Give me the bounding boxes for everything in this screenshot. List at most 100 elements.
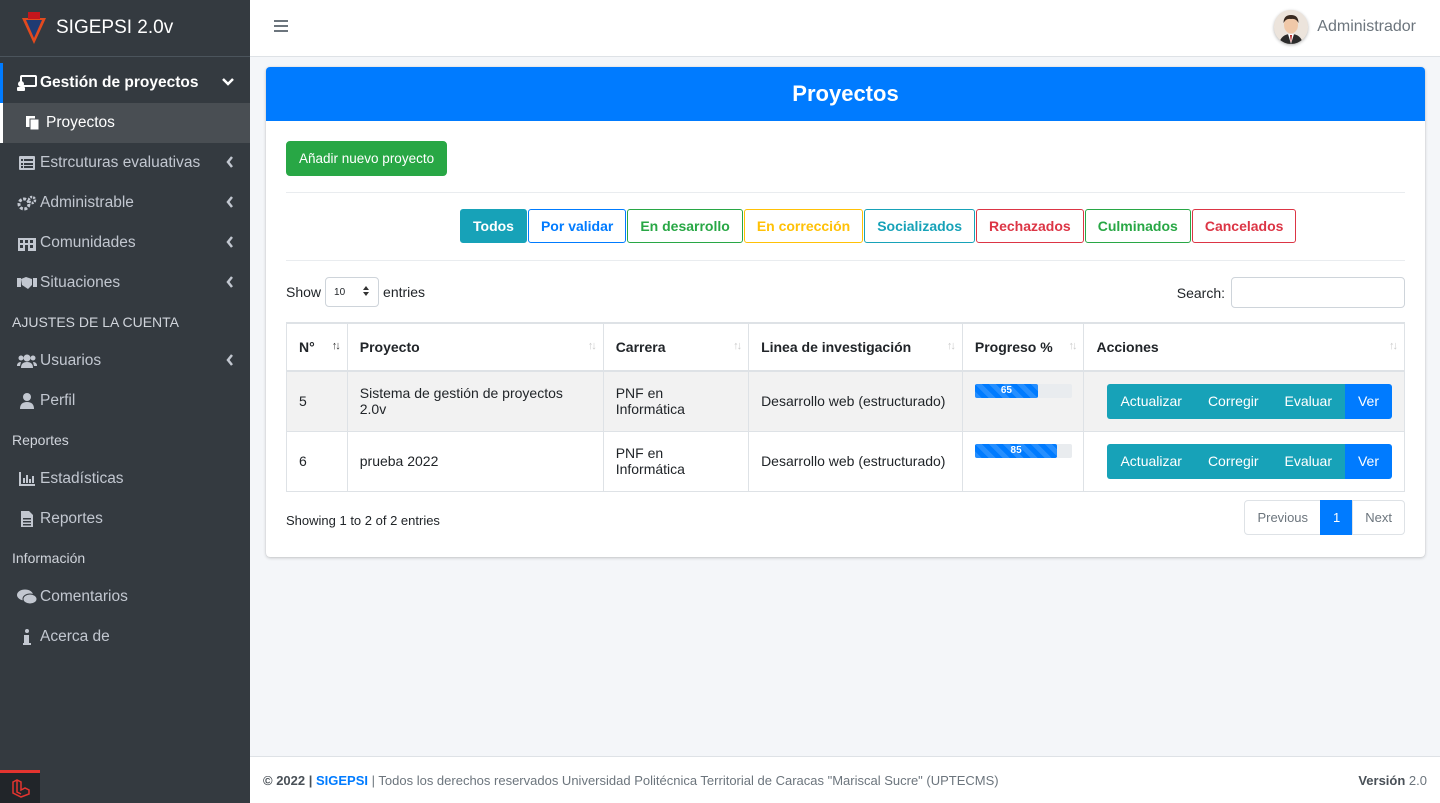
menu-toggle-icon[interactable]	[274, 20, 288, 35]
sidebar-item-situaciones[interactable]: Situaciones	[0, 263, 250, 303]
cell-linea: Desarrollo web (estructurado)	[748, 430, 963, 492]
entries-select[interactable]: 10	[325, 277, 380, 307]
filter-cancelados-button[interactable]: Cancelados	[1191, 209, 1297, 243]
column-header-proyecto[interactable]: Proyecto ↑↓	[346, 322, 604, 372]
filter-rechazados-button[interactable]: Rechazados	[976, 209, 1084, 243]
progress-fill: 85	[974, 443, 1058, 458]
sort-icon: ↑↓	[587, 340, 597, 352]
cell-proyecto: prueba 2022	[346, 430, 604, 492]
sidebar-item-administrable[interactable]: Administrable	[0, 183, 250, 223]
sidebar-item-reportes[interactable]: Reportes	[0, 499, 250, 539]
user-icon	[16, 393, 38, 409]
cell-acciones: Actualizar Corregir Evaluar Ver	[1083, 370, 1405, 432]
column-header-carrera[interactable]: Carrera ↑↓	[602, 322, 750, 372]
show-label: Show	[286, 284, 322, 300]
sidebar-item-usuarios[interactable]: Usuarios	[0, 341, 250, 381]
progress-bar: 85	[974, 443, 1072, 458]
sort-icon: ↑↓	[946, 340, 956, 352]
sort-icon: ↑↓	[1068, 340, 1077, 352]
filter-socializados-button[interactable]: Socializados	[864, 209, 975, 243]
sidebar-item-label: Acerca de	[40, 628, 110, 645]
column-header-n[interactable]: N° ↑↓	[286, 322, 348, 372]
projects-card: Proyectos Añadir nuevo proyecto Todos Po…	[266, 67, 1425, 557]
cell-progreso: 85	[961, 430, 1085, 492]
chevron-left-icon	[226, 155, 234, 171]
previous-page-button[interactable]: Previous	[1244, 500, 1322, 535]
footer-year: © 2022 |	[263, 772, 313, 788]
add-project-button[interactable]: Añadir nuevo proyecto	[286, 141, 448, 176]
sidebar-item-perfil[interactable]: Perfil	[0, 381, 250, 421]
entries-label: entries	[383, 284, 426, 300]
sort-asc-icon: ↑↓	[331, 340, 341, 352]
cell-n: 5	[286, 370, 348, 432]
sidebar-item-estadisticas[interactable]: Estadísticas	[0, 459, 250, 499]
row-actions: Actualizar Corregir Evaluar Ver	[1107, 443, 1392, 479]
brand-link[interactable]: SIGEPSI 2.0v	[0, 0, 250, 57]
projects-table: N° ↑↓ Proyecto ↑↓ Carrera ↑↓ Linea de inves…	[286, 322, 1405, 492]
sidebar-item-estructuras[interactable]: Estrcuturas evaluativas	[0, 143, 250, 183]
filter-en-correccion-button[interactable]: En corrección	[743, 209, 864, 243]
evaluar-button[interactable]: Evaluar	[1271, 443, 1345, 479]
chevron-left-icon	[226, 275, 234, 291]
list-icon	[16, 156, 38, 170]
sidebar-item-proyectos[interactable]: Proyectos	[0, 103, 250, 143]
sort-icon: ↑↓	[733, 340, 742, 352]
filter-todos-button[interactable]: Todos	[460, 209, 527, 243]
column-header-progreso[interactable]: Progreso % ↑↓	[961, 322, 1085, 372]
actualizar-button[interactable]: Actualizar	[1107, 383, 1195, 419]
sidebar-item-label: Estadísticas	[40, 470, 124, 487]
filter-culminados-button[interactable]: Culminados	[1084, 209, 1191, 243]
page-1-button[interactable]: 1	[1320, 500, 1354, 535]
footer-copyright: © 2022 | SIGEPSI | Todos los derechos re…	[263, 773, 999, 788]
user-menu[interactable]: Administrador	[1274, 10, 1416, 44]
handshake-icon	[16, 276, 38, 290]
footer-version: Versión 2.0	[1358, 773, 1427, 788]
chart-icon	[16, 472, 38, 486]
filter-por-validar-button[interactable]: Por validar	[527, 209, 627, 243]
next-page-button[interactable]: Next	[1352, 500, 1405, 535]
footer-version-label: Versión	[1358, 772, 1406, 788]
evaluar-button[interactable]: Evaluar	[1271, 383, 1345, 419]
nav-header-info: Información	[12, 550, 86, 566]
corregir-button[interactable]: Corregir	[1194, 443, 1272, 479]
footer-version-value: 2.0	[1408, 772, 1427, 788]
sidebar-item-comentarios[interactable]: Comentarios	[0, 577, 250, 617]
nav-header-account: AJUSTES DE LA CUENTA	[12, 314, 180, 330]
footer-rights: | Todos los derechos reservados Universi…	[371, 772, 999, 788]
actualizar-button[interactable]: Actualizar	[1107, 443, 1195, 479]
table-header-row: N° ↑↓ Proyecto ↑↓ Carrera ↑↓ Linea de inves…	[286, 322, 1405, 372]
sidebar-item-acerca[interactable]: Acerca de	[0, 617, 250, 657]
corregir-button[interactable]: Corregir	[1194, 383, 1272, 419]
file-icon	[16, 511, 38, 527]
sidebar-item-comunidades[interactable]: Comunidades	[0, 223, 250, 263]
chevron-left-icon	[226, 235, 234, 251]
footer-app-link[interactable]: SIGEPSI	[316, 773, 368, 788]
sort-icon: ↑↓	[1389, 340, 1398, 352]
column-header-acciones[interactable]: Acciones ↑↓	[1083, 322, 1405, 372]
projects-icon	[16, 75, 38, 91]
search-input[interactable]	[1231, 277, 1405, 308]
sidebar-item-label: Estrcuturas evaluativas	[40, 154, 201, 171]
cell-acciones: Actualizar Corregir Evaluar Ver	[1083, 430, 1405, 492]
sidebar-item-label: Comentarios	[40, 588, 128, 605]
ver-button[interactable]: Ver	[1344, 443, 1392, 479]
table-row: 6 prueba 2022 PNF en Informática Desarro…	[286, 430, 1405, 492]
status-filters: Todos Por validar En desarrollo En corre…	[460, 209, 1297, 243]
sidebar-item-label: Reportes	[40, 510, 103, 527]
brand-name: SIGEPSI 2.0v	[56, 17, 174, 38]
chevron-left-icon	[226, 353, 234, 369]
laravel-icon[interactable]	[0, 770, 40, 803]
comments-icon	[16, 589, 38, 605]
avatar	[1274, 10, 1309, 44]
sidebar-item-label: Proyectos	[46, 114, 115, 131]
cell-n: 6	[286, 430, 348, 492]
filter-en-desarrollo-button[interactable]: En desarrollo	[627, 209, 743, 243]
sidebar: SIGEPSI 2.0v Gestión de proyectos Proyec…	[0, 0, 250, 803]
ver-button[interactable]: Ver	[1344, 383, 1392, 419]
sidebar-item-gestion-proyectos[interactable]: Gestión de proyectos	[0, 63, 250, 103]
footer: © 2022 | SIGEPSI | Todos los derechos re…	[250, 756, 1440, 803]
entries-length-control: Show 10 entries	[286, 277, 425, 307]
column-header-linea[interactable]: Linea de investigación ↑↓	[748, 322, 963, 372]
nav-header-reports: Reportes	[12, 432, 69, 448]
cell-carrera: PNF en Informática	[602, 370, 750, 432]
